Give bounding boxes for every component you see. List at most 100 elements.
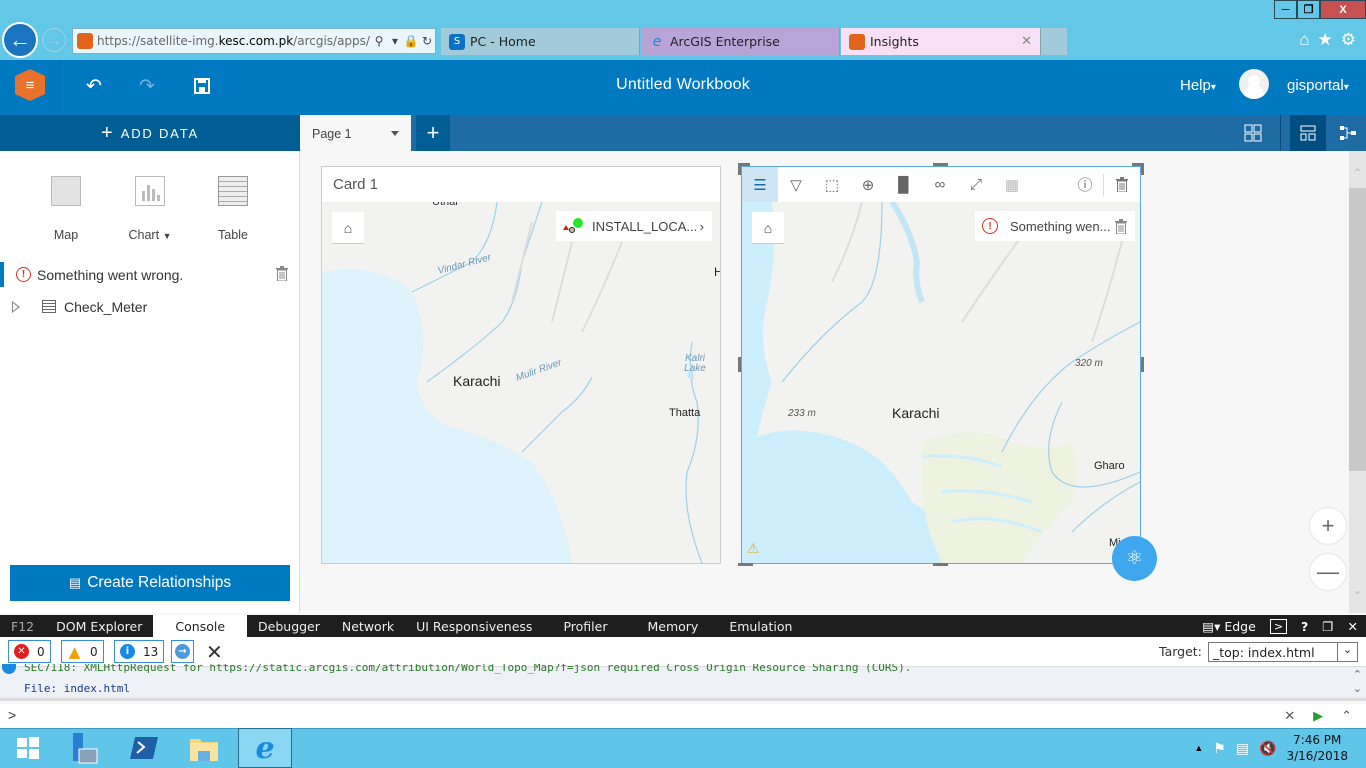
resize-handle[interactable]: [933, 163, 948, 166]
console-input[interactable]: [0, 704, 1366, 728]
close-window-button[interactable]: X: [1320, 0, 1366, 19]
taskbar-internet-explorer[interactable]: e: [238, 728, 292, 768]
trash-icon[interactable]: [1115, 218, 1127, 234]
layout-view-button[interactable]: [1290, 115, 1326, 151]
devtools-tab-dom-explorer[interactable]: DOM Explorer: [45, 615, 153, 637]
help-icon[interactable]: ?: [1301, 619, 1308, 634]
clear-input-icon[interactable]: ✕: [1284, 708, 1295, 724]
home-icon[interactable]: ⌂: [1299, 30, 1309, 50]
lock-icon[interactable]: 🔒: [403, 34, 419, 48]
scroll-up-icon[interactable]: ⌃: [1349, 166, 1366, 180]
expand-dataset-icon[interactable]: [12, 301, 20, 313]
network-icon[interactable]: ▤: [1236, 740, 1249, 757]
action-center-icon[interactable]: ⚑: [1213, 740, 1226, 757]
link-button[interactable]: ∞: [922, 167, 958, 202]
resize-handle[interactable]: [738, 357, 741, 372]
clock[interactable]: 7:46 PM 3/16/2018: [1286, 732, 1348, 764]
devtools-tab-network[interactable]: Network: [331, 615, 405, 637]
console-scroll[interactable]: ⌃ ⌄: [1353, 668, 1362, 696]
forward-button[interactable]: →: [42, 28, 66, 52]
map-viz-button[interactable]: Map: [36, 176, 96, 242]
devtools-tab-emulation[interactable]: Emulation: [718, 615, 803, 637]
map-view-2[interactable]: Karachi 233 m 320 m Gharo Mi ⌂ ! Somethi…: [742, 202, 1140, 563]
clear-console-button[interactable]: ✕: [206, 640, 223, 665]
settings-gear-icon[interactable]: ⚙: [1341, 30, 1356, 50]
resize-handle[interactable]: [933, 563, 948, 566]
scrollbar-thumb[interactable]: [1349, 188, 1366, 471]
legend-toggle-button[interactable]: ☰: [742, 167, 778, 202]
target-select[interactable]: _top: index.html ⌄: [1208, 642, 1358, 662]
restore-button[interactable]: ❐: [1297, 0, 1320, 19]
dataset-name[interactable]: Check_Meter: [64, 299, 147, 315]
delete-card-button[interactable]: [1104, 167, 1140, 202]
url-text[interactable]: https://satellite-img.kesc.com.pk/arcgis…: [97, 34, 371, 48]
layer-legend-error[interactable]: ! Something wen...: [975, 211, 1135, 241]
browser-tab-pc-home[interactable]: S PC - Home: [441, 28, 640, 55]
minimize-button[interactable]: ─: [1274, 0, 1297, 19]
devtools-tab-ui-responsiveness[interactable]: UI Responsiveness: [405, 615, 543, 637]
workbook-title[interactable]: Untitled Workbook: [0, 76, 1366, 94]
zoom-out-button[interactable]: —: [1310, 554, 1346, 590]
clear-on-navigate-button[interactable]: →: [171, 640, 194, 663]
add-page-button[interactable]: +: [416, 115, 450, 151]
close-tab-icon[interactable]: ✕: [1021, 34, 1032, 49]
run-icon[interactable]: ▶: [1313, 708, 1323, 724]
analysis-view-button[interactable]: [1330, 115, 1366, 151]
chart-viz-button[interactable]: Chart ▼: [120, 176, 180, 242]
expand-input-icon[interactable]: ⌃: [1341, 708, 1352, 724]
delete-dataset-button[interactable]: [276, 266, 290, 282]
info-filter-button[interactable]: i 13: [114, 640, 165, 663]
devtools-tab-console[interactable]: Console: [153, 615, 248, 637]
taskbar-server-manager[interactable]: [56, 728, 112, 768]
show-hidden-icons[interactable]: ▲: [1194, 743, 1203, 753]
visualization-type-button[interactable]: ▉: [886, 167, 922, 202]
flip-card-button[interactable]: ▦: [994, 167, 1030, 202]
scroll-up-icon[interactable]: ⌃: [1353, 668, 1362, 682]
console-file-link[interactable]: File: index.html: [24, 682, 130, 695]
devtools-tab-f12[interactable]: F12: [0, 615, 45, 637]
new-tab-button[interactable]: [1041, 28, 1067, 55]
help-menu[interactable]: Help▾: [1180, 77, 1216, 94]
search-icon[interactable]: ⚲: [371, 34, 387, 48]
browser-tab-arcgis-enterprise[interactable]: e ArcGIS Enterprise: [641, 28, 840, 55]
action-button[interactable]: ⚛: [1112, 536, 1157, 581]
info-button[interactable]: ⓘ: [1067, 167, 1103, 202]
user-avatar[interactable]: [1239, 69, 1269, 99]
close-devtools-icon[interactable]: ✕: [1348, 619, 1358, 634]
console-toggle-icon[interactable]: >: [1269, 618, 1288, 634]
start-button[interactable]: [0, 728, 56, 768]
devtools-tab-memory[interactable]: Memory: [627, 615, 718, 637]
browser-mode-button[interactable]: ▤▾ Edge: [1202, 619, 1256, 634]
scroll-down-icon[interactable]: ⌄: [1349, 583, 1366, 597]
add-data-button[interactable]: + ADD DATA: [0, 115, 300, 151]
layer-legend-button[interactable]: INSTALL_LOCA... ›: [556, 211, 712, 241]
refresh-icon[interactable]: ↻: [419, 34, 435, 48]
undock-icon[interactable]: ❐: [1322, 619, 1333, 634]
address-bar[interactable]: https://satellite-img.kesc.com.pk/arcgis…: [72, 28, 436, 54]
devtools-tab-profiler[interactable]: Profiler: [543, 615, 627, 637]
scroll-down-icon[interactable]: ⌄: [1353, 682, 1362, 696]
filter-button[interactable]: ▽: [778, 167, 814, 202]
zoom-in-button[interactable]: +: [1310, 508, 1346, 544]
card-title[interactable]: Card 1: [333, 176, 378, 193]
back-button[interactable]: ←: [2, 22, 38, 58]
resize-handle[interactable]: [738, 563, 753, 566]
taskbar-file-explorer[interactable]: [176, 728, 232, 768]
resize-handle[interactable]: [738, 163, 741, 175]
resize-handle[interactable]: [1141, 357, 1144, 372]
browser-tab-insights[interactable]: Insights ✕: [841, 28, 1041, 55]
caret-down-icon[interactable]: [391, 131, 399, 136]
selection-tool-button[interactable]: ⬚: [814, 167, 850, 202]
user-menu[interactable]: gisportal▾: [1287, 77, 1349, 94]
volume-muted-icon[interactable]: 🔇: [1259, 740, 1276, 757]
card-arrange-button[interactable]: [1240, 122, 1266, 144]
map-view-1[interactable]: Uthal Vindar River Karachi Mulir River K…: [322, 202, 720, 563]
table-viz-button[interactable]: Table: [203, 176, 263, 242]
warning-icon[interactable]: ⚠: [747, 540, 760, 557]
error-filter-button[interactable]: ✕ 0: [8, 640, 51, 663]
zoom-to-button[interactable]: ⊕: [850, 167, 886, 202]
resize-handle[interactable]: [1141, 163, 1144, 175]
warning-filter-button[interactable]: ▲ 0: [61, 640, 104, 663]
page-tab[interactable]: Page 1: [300, 115, 411, 152]
taskbar-powershell[interactable]: [116, 728, 172, 768]
